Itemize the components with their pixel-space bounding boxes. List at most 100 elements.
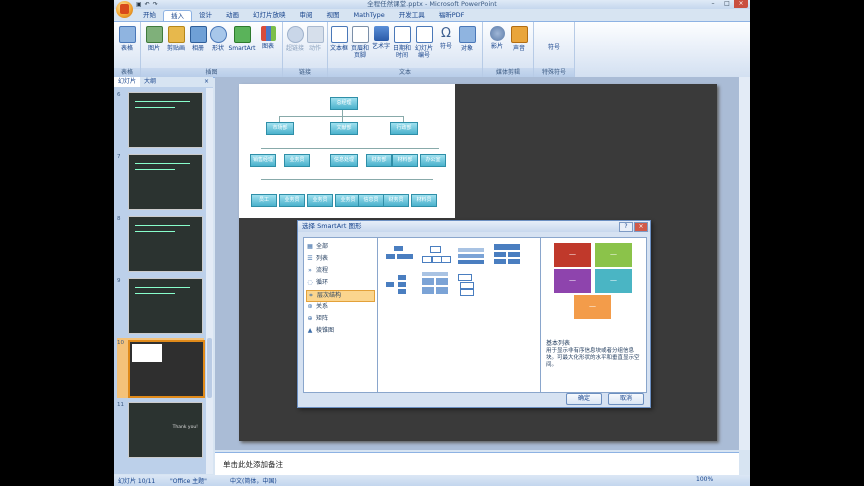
header-footer-button[interactable]: 页眉和页脚 xyxy=(350,26,370,59)
office-button[interactable] xyxy=(116,1,133,18)
layout-thumb[interactable] xyxy=(492,242,522,266)
help-button[interactable]: ? xyxy=(619,222,633,232)
datetime-button[interactable]: 日期和时间 xyxy=(392,26,412,59)
layout-thumb[interactable] xyxy=(456,272,486,296)
category-relation[interactable]: ⊛ 关系 xyxy=(306,302,373,312)
tab-home[interactable]: 开始 xyxy=(136,10,163,21)
slide-thumb-10[interactable]: 10 xyxy=(117,338,205,398)
sound-button[interactable]: 声音 xyxy=(509,26,529,52)
scrollbar-thumb[interactable] xyxy=(207,338,212,398)
undo-icon[interactable]: ↶ xyxy=(145,1,150,8)
category-hierarchy[interactable]: ⌗ 层次结构 xyxy=(306,290,375,302)
smartart-button[interactable]: SmartArt xyxy=(227,26,257,52)
picture-icon xyxy=(145,26,163,43)
category-all[interactable]: ▦ 全部 xyxy=(306,242,373,252)
layout-thumb[interactable] xyxy=(420,244,451,268)
tab-slides[interactable]: 幻灯片 xyxy=(114,77,141,87)
hyperlink-button[interactable]: 超链接 xyxy=(285,26,305,52)
editor-scrollbar[interactable] xyxy=(739,77,750,450)
tab-animation[interactable]: 动画 xyxy=(219,10,246,21)
slide-number-button[interactable]: 幻灯片编号 xyxy=(413,26,435,59)
org-node[interactable]: 财务员 xyxy=(383,194,409,207)
tab-view[interactable]: 视图 xyxy=(320,10,347,21)
picture-button[interactable]: 图片 xyxy=(145,26,163,52)
slide-thumb-6[interactable]: 6 xyxy=(117,90,204,150)
object-button[interactable]: 对象 xyxy=(457,26,477,52)
table-button[interactable]: 表格 xyxy=(117,26,137,52)
ok-button[interactable]: 确定 xyxy=(566,393,602,405)
textbox-button[interactable]: 文本框 xyxy=(329,26,349,52)
notes-placeholder: 单击此处添加备注 xyxy=(223,460,283,469)
maximize-button[interactable]: □ xyxy=(720,0,734,8)
clipart-icon xyxy=(167,26,185,43)
org-node[interactable]: 办公室 xyxy=(420,154,446,167)
org-node[interactable]: 市场部 xyxy=(266,122,294,135)
slide-thumb-8[interactable]: 8 xyxy=(117,214,204,274)
dialog-close-button[interactable]: × xyxy=(634,222,648,232)
tab-outline[interactable]: 大纲 xyxy=(140,77,160,87)
window-title: 全程任然课堂.pptx - Microsoft PowerPoint xyxy=(367,0,497,8)
tab-developer[interactable]: 开发工具 xyxy=(392,10,432,21)
org-node[interactable]: 业务员 xyxy=(284,154,310,167)
org-node[interactable]: 信息处理 xyxy=(330,154,358,167)
category-pyramid[interactable]: ▲ 棱锥图 xyxy=(306,326,373,336)
preview-box: — xyxy=(594,242,633,268)
process-icon: » xyxy=(308,267,312,274)
cancel-button[interactable]: 取消 xyxy=(608,393,644,405)
layout-thumb[interactable] xyxy=(420,270,450,296)
movie-button[interactable]: 影片 xyxy=(487,26,507,50)
textbox-icon xyxy=(330,26,348,43)
save-icon[interactable]: ▣ xyxy=(136,1,142,8)
slide-thumb-7[interactable]: 7 xyxy=(117,152,204,212)
pyramid-icon: ▲ xyxy=(307,327,313,334)
slide-thumb-11[interactable]: 11 Thank you! xyxy=(117,400,204,460)
close-button[interactable]: × xyxy=(734,0,748,8)
shapes-button[interactable]: 形状 xyxy=(209,26,227,52)
layout-thumb[interactable] xyxy=(384,244,414,268)
redo-icon[interactable]: ↷ xyxy=(153,1,158,8)
tab-slideshow[interactable]: 幻灯片放映 xyxy=(246,10,293,21)
notes-pane[interactable]: 单击此处添加备注 xyxy=(215,452,739,475)
tab-mathtype[interactable]: MathType xyxy=(347,10,392,21)
symbol-button[interactable]: Ω 符号 xyxy=(436,26,456,50)
category-cycle[interactable]: ◌ 循环 xyxy=(306,278,373,288)
org-node[interactable]: 信息员 xyxy=(358,194,384,207)
org-chart[interactable]: 总经理 市场部 文献部 行政部 销售经理 业务员 信息处理 财务部 材料部 办公… xyxy=(239,84,455,218)
album-button[interactable]: 相册 xyxy=(189,26,207,52)
tab-foxit-pdf[interactable]: 福昕PDF xyxy=(432,10,472,21)
tab-insert[interactable]: 插入 xyxy=(163,10,192,21)
org-node[interactable]: 材料员 xyxy=(411,194,437,207)
movie-icon xyxy=(489,26,505,41)
chart-button[interactable]: 图表 xyxy=(258,26,278,50)
minimize-button[interactable]: – xyxy=(706,0,720,8)
org-node[interactable]: 业务员 xyxy=(279,194,305,207)
layout-thumb[interactable] xyxy=(384,272,414,296)
layout-thumb[interactable] xyxy=(456,244,486,268)
category-matrix[interactable]: ⊕ 矩阵 xyxy=(306,314,373,324)
org-node[interactable]: 员工 xyxy=(251,194,277,207)
org-node[interactable]: 销售经理 xyxy=(250,154,276,167)
panel-close-icon[interactable]: × xyxy=(200,77,213,87)
special-symbol-button[interactable]: 符号 xyxy=(540,44,568,51)
org-node[interactable]: 总经理 xyxy=(330,97,358,110)
action-button[interactable]: 动作 xyxy=(306,26,324,52)
org-node[interactable]: 财务部 xyxy=(366,154,392,167)
slide-thumb-image xyxy=(128,278,203,334)
org-node[interactable]: 材料部 xyxy=(392,154,418,167)
title-bar: 全程任然课堂.pptx - Microsoft PowerPoint ▣ ↶ ↷… xyxy=(114,0,750,9)
wordart-button[interactable]: 艺术字 xyxy=(371,26,391,50)
org-node[interactable]: 行政部 xyxy=(390,122,418,135)
slide-thumb-9[interactable]: 9 xyxy=(117,276,204,336)
zoom-level[interactable]: 100% xyxy=(696,476,713,483)
category-list-item[interactable]: ☰ 列表 xyxy=(306,254,373,264)
preview-box: — xyxy=(553,242,592,268)
tab-design[interactable]: 设计 xyxy=(192,10,219,21)
slides-scrollbar[interactable] xyxy=(206,88,213,474)
org-node[interactable]: 文献部 xyxy=(330,122,358,135)
tab-review[interactable]: 审阅 xyxy=(293,10,320,21)
org-node[interactable]: 业务员 xyxy=(307,194,333,207)
chart-icon xyxy=(260,26,276,41)
category-process[interactable]: » 流程 xyxy=(306,266,373,276)
preview-description: 用于显示非有序信息块或者分组信息块。可最大化形状的水平和垂直显示空间。 xyxy=(546,348,640,368)
clipart-button[interactable]: 剪贴画 xyxy=(165,26,187,52)
